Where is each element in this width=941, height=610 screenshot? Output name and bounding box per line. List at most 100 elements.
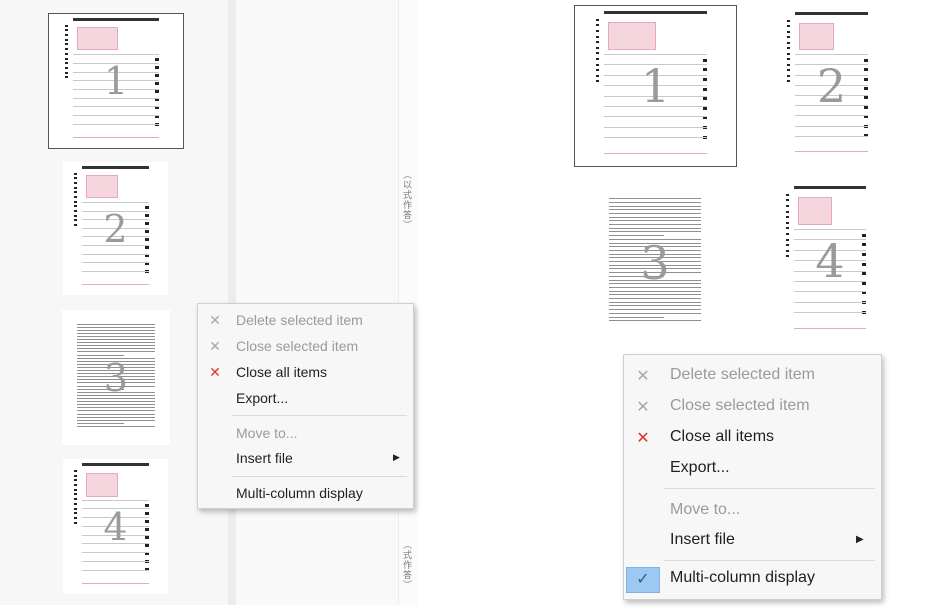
menu-item-close-all[interactable]: ✕ Close all items xyxy=(198,364,413,386)
sheet-rule xyxy=(82,262,149,263)
text-line xyxy=(77,336,155,337)
sheet-pink-box xyxy=(799,23,834,50)
sheet-side-mark xyxy=(787,58,790,60)
menu-item-close-all[interactable]: ✕ Close all items xyxy=(624,428,881,452)
sheet-rule xyxy=(794,302,866,303)
page-thumbnail-4[interactable]: 4 xyxy=(63,459,168,594)
text-line xyxy=(609,309,701,310)
sheet-side-mark xyxy=(786,194,789,196)
menu-item-delete-selected[interactable]: ✕ Delete selected item xyxy=(198,312,413,334)
sheet-side-mark xyxy=(74,498,77,500)
sheet-side-mark xyxy=(787,20,790,22)
text-line xyxy=(609,294,701,295)
text-line xyxy=(77,410,155,411)
sheet-timing-mark xyxy=(862,234,866,237)
sheet-footer-line xyxy=(73,137,159,138)
sheet-side-mark xyxy=(65,48,68,50)
sheet-side-mark xyxy=(596,19,599,21)
sheet-side-mark xyxy=(74,493,77,495)
text-line xyxy=(609,224,701,225)
menu-item-export[interactable]: Export... xyxy=(624,459,881,483)
menu-item-label: Move to... xyxy=(670,501,741,518)
sheet-rule xyxy=(604,54,707,55)
side-text: （式作答） xyxy=(402,540,412,590)
sheet-side-mark xyxy=(596,41,599,43)
chevron-right-icon: ▶ xyxy=(393,452,400,462)
sheet-rule xyxy=(794,312,866,313)
menu-item-multi-column[interactable]: Multi-column display xyxy=(198,485,413,507)
menu-item-label: Insert file xyxy=(670,531,735,548)
sheet-header-line xyxy=(795,12,868,15)
text-line xyxy=(609,291,701,292)
sheet-rule xyxy=(73,54,159,55)
sheet-side-mark xyxy=(65,39,68,41)
sheet-footer-line xyxy=(82,284,149,285)
menu-item-insert-file[interactable]: Insert file ▶ xyxy=(624,531,881,555)
sheet-side-mark xyxy=(74,177,77,179)
sheet-side-mark xyxy=(596,24,599,26)
check-icon: ✓ xyxy=(626,567,660,593)
text-line xyxy=(77,420,155,421)
text-line xyxy=(609,302,701,303)
page-thumbnail-1[interactable]: 1 xyxy=(574,5,737,167)
sheet-side-mark xyxy=(596,58,599,60)
sheet-side-mark xyxy=(786,216,789,218)
text-line xyxy=(609,220,701,221)
sheet-rule xyxy=(82,202,149,203)
sheet-rule xyxy=(795,115,868,116)
sheet-side-mark xyxy=(74,182,77,184)
menu-item-close-selected[interactable]: ✕ Close selected item xyxy=(198,338,413,360)
sheet-pink-box xyxy=(608,22,656,50)
sheet-rule xyxy=(604,137,707,138)
sheet-side-mark xyxy=(596,30,599,32)
menu-item-export[interactable]: Export... xyxy=(198,390,413,412)
sheet-side-mark xyxy=(65,53,68,55)
menu-separator xyxy=(232,476,407,477)
close-icon: ✕ xyxy=(636,430,650,447)
sheet-side-mark xyxy=(74,484,77,486)
page-number: 1 xyxy=(103,59,129,103)
page-thumbnail-2[interactable]: 2 xyxy=(63,162,168,295)
sheet-side-mark xyxy=(74,173,77,175)
page-number: 3 xyxy=(103,355,129,400)
page-thumbnail-3[interactable]: 3 xyxy=(591,182,719,343)
page-thumbnail-1[interactable]: 1 xyxy=(48,13,184,149)
menu-item-close-selected[interactable]: ✕ Close selected item xyxy=(624,397,881,421)
page-thumbnail-3[interactable]: 3 xyxy=(62,310,170,445)
page-number: 4 xyxy=(815,234,845,288)
page-number: 4 xyxy=(103,504,128,549)
sheet-side-mark xyxy=(65,43,68,45)
menu-separator xyxy=(232,415,407,416)
sheet-header-line xyxy=(82,166,149,169)
menu-item-multi-column[interactable]: ✓ Multi-column display xyxy=(624,567,881,593)
menu-item-label: Move to... xyxy=(236,425,298,441)
close-icon: ✕ xyxy=(636,399,650,416)
sheet-timing-mark xyxy=(155,58,159,61)
sheet-side-mark xyxy=(596,36,599,38)
text-line xyxy=(77,339,155,340)
sheet-side-mark xyxy=(74,470,77,472)
page-thumbnail-4[interactable]: 4 xyxy=(774,181,886,341)
sheet-footer-line xyxy=(82,583,149,584)
close-icon: ✕ xyxy=(209,338,221,354)
sheet-rule xyxy=(82,500,149,501)
sheet-side-mark xyxy=(786,211,789,213)
sheet-rule xyxy=(82,561,149,562)
menu-item-move-to[interactable]: Move to... xyxy=(624,501,881,525)
text-line xyxy=(609,206,701,207)
sheet-rule xyxy=(73,106,159,107)
sheet-side-mark xyxy=(74,503,77,505)
sheet-rule xyxy=(82,254,149,255)
page-thumbnail-2[interactable]: 2 xyxy=(774,7,889,164)
menu-item-move-to[interactable]: Move to... xyxy=(198,425,413,447)
sheet-side-mark xyxy=(787,31,790,33)
menu-item-insert-file[interactable]: Insert file ▶ xyxy=(198,450,413,472)
sheet-rule xyxy=(82,271,149,272)
menu-item-label: Delete selected item xyxy=(236,312,363,328)
menu-item-delete-selected[interactable]: ✕ Delete selected item xyxy=(624,366,881,390)
sheet-footer-line xyxy=(794,328,866,329)
text-line xyxy=(77,407,155,408)
close-icon: ✕ xyxy=(209,364,221,380)
sheet-rule xyxy=(73,124,159,125)
sheet-rule xyxy=(795,126,868,127)
